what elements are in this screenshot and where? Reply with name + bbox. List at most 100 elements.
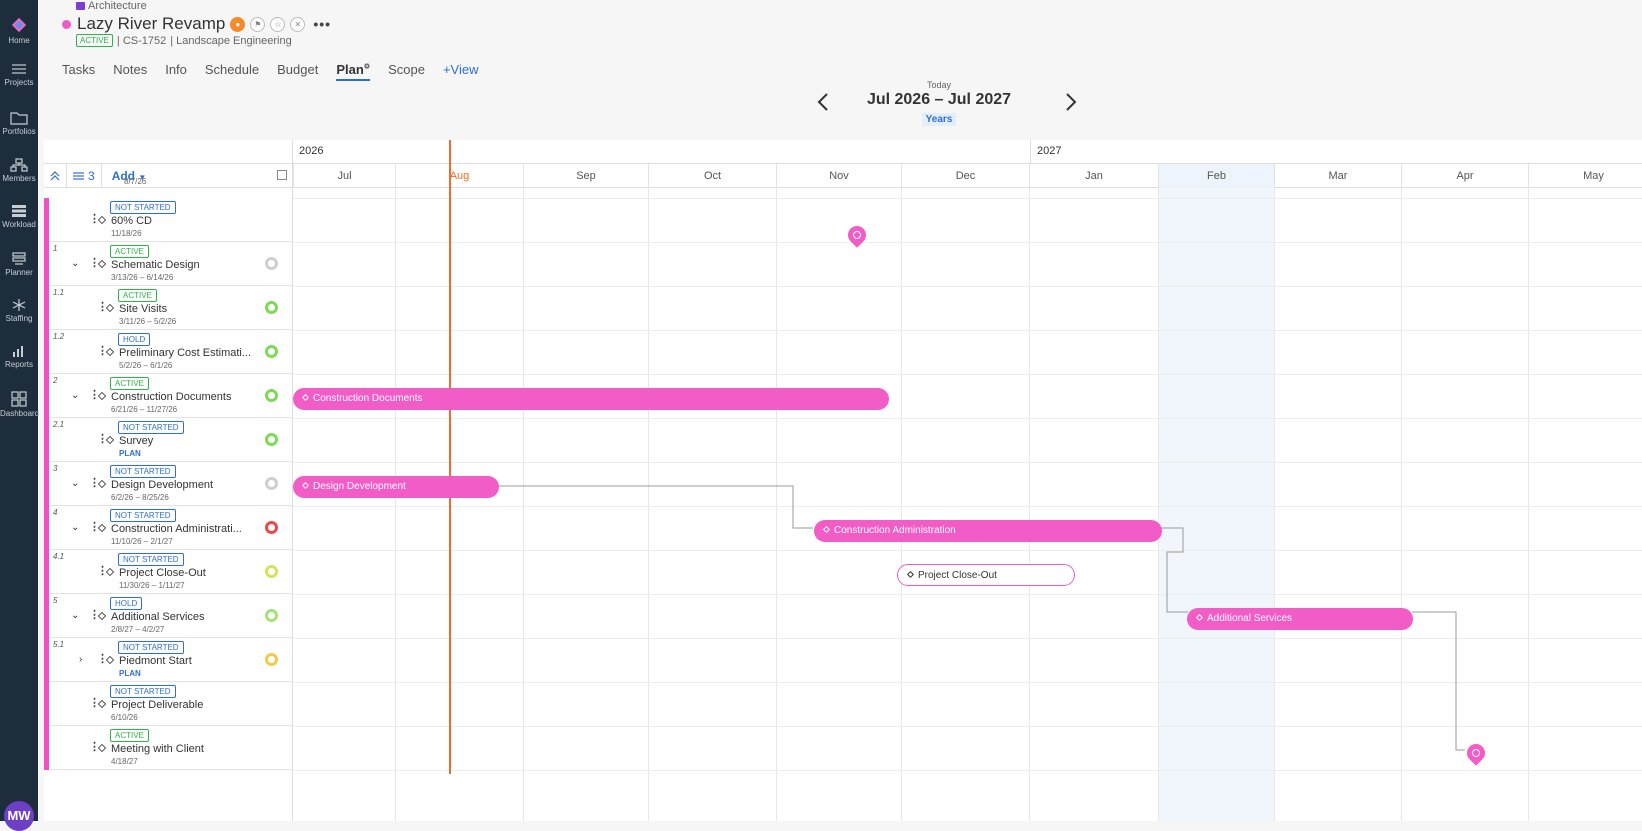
- tab-schedule[interactable]: Schedule: [205, 62, 259, 81]
- chevron-down-icon[interactable]: ⌄: [71, 522, 79, 533]
- progress-ring[interactable]: [265, 521, 278, 534]
- progress-ring[interactable]: [265, 609, 278, 622]
- status-badge[interactable]: NOT STARTED: [110, 509, 176, 522]
- tab-add-view[interactable]: +View: [443, 62, 479, 81]
- sidebar-item-workload[interactable]: Workload: [0, 204, 38, 229]
- today-link[interactable]: Today: [814, 80, 1064, 90]
- scale-selector[interactable]: Years: [921, 113, 957, 126]
- progress-ring[interactable]: [265, 301, 278, 314]
- gantt-bar[interactable]: Additional Services: [1187, 608, 1413, 630]
- task-row[interactable]: 1.1 ⋮ ACTIVE Site Visits 3/11/26 – 5/2/26: [44, 286, 292, 330]
- task-dates: 4/18/27: [111, 757, 138, 766]
- task-name[interactable]: Project Close-Out: [119, 567, 206, 579]
- chevron-down-icon[interactable]: ⌄: [71, 478, 79, 489]
- task-name[interactable]: Construction Documents: [111, 391, 231, 403]
- color-bar: [44, 330, 49, 374]
- task-row[interactable]: ⋮ NOT STARTED 60% CD 11/18/26: [44, 198, 292, 242]
- status-badge[interactable]: NOT STARTED: [110, 201, 176, 214]
- sidebar-item-members[interactable]: Members: [0, 158, 38, 183]
- task-row[interactable]: ⋮ NOT STARTED Project Deliverable 6/10/26: [44, 682, 292, 726]
- more-icon[interactable]: •••: [313, 16, 331, 32]
- status-badge[interactable]: HOLD: [110, 597, 143, 610]
- gantt-bar[interactable]: Project Close-Out: [897, 564, 1075, 586]
- status-badge[interactable]: NOT STARTED: [118, 641, 184, 654]
- breadcrumb[interactable]: Architecture: [76, 0, 147, 12]
- gantt-bar[interactable]: Construction Documents: [293, 388, 889, 410]
- progress-ring[interactable]: [265, 565, 278, 578]
- sidebar-item-portfolios[interactable]: Portfolios: [0, 111, 38, 136]
- task-row[interactable]: 5.1 › ⋮ NOT STARTED Piedmont Start PLAN: [44, 638, 292, 682]
- progress-ring[interactable]: [265, 257, 278, 270]
- tab-scope[interactable]: Scope: [388, 62, 425, 81]
- task-row[interactable]: ⋮ ACTIVE Meeting with Client 4/18/27: [44, 726, 292, 770]
- open-external-icon[interactable]: [277, 170, 287, 180]
- progress-ring[interactable]: [265, 389, 278, 402]
- status-badge[interactable]: ACTIVE: [118, 289, 157, 302]
- status-badge[interactable]: NOT STARTED: [110, 685, 176, 698]
- task-name[interactable]: Schematic Design: [111, 259, 200, 271]
- sidebar: Home Projects Portfolios Members Workloa…: [0, 0, 39, 831]
- chevron-down-icon[interactable]: ⌄: [71, 390, 79, 401]
- progress-ring[interactable]: [265, 345, 278, 358]
- sidebar-item-reports[interactable]: Reports: [0, 344, 38, 369]
- task-name[interactable]: 60% CD: [111, 215, 152, 227]
- status-badge[interactable]: ACTIVE: [110, 245, 149, 258]
- sidebar-item-projects[interactable]: Projects: [0, 62, 38, 87]
- list-icon: [12, 64, 26, 74]
- status-badge[interactable]: NOT STARTED: [110, 465, 176, 478]
- settings-icon[interactable]: ⚙: [364, 64, 370, 71]
- collapse-all-button[interactable]: [44, 163, 67, 188]
- flag-icon[interactable]: ⚑: [250, 16, 266, 32]
- notification-icon[interactable]: ●: [230, 16, 246, 32]
- tab-notes[interactable]: Notes: [113, 62, 147, 81]
- tab-info[interactable]: Info: [165, 62, 187, 81]
- task-row[interactable]: 4.1 ⋮ NOT STARTED Project Close-Out 11/30/26…: [44, 550, 292, 594]
- task-row[interactable]: 2 ⌄ ⋮ ACTIVE Construction Documents 6/21/26 –…: [44, 374, 292, 418]
- task-name[interactable]: Project Deliverable: [111, 699, 203, 711]
- chevron-right-icon: [1066, 93, 1077, 111]
- task-name[interactable]: Meeting with Client: [111, 743, 204, 755]
- gantt-bar[interactable]: Construction Administration: [814, 520, 1162, 542]
- task-row[interactable]: 2.1 ⋮ NOT STARTED Survey PLAN: [44, 418, 292, 462]
- task-row[interactable]: 1 ⌄ ⋮ ACTIVE Schematic Design 3/13/26 – 6/14/…: [44, 242, 292, 286]
- diamond-icon: [906, 570, 915, 579]
- filter-button[interactable]: 3: [67, 163, 102, 188]
- next-range-button[interactable]: [1064, 92, 1078, 118]
- status-badge[interactable]: ACTIVE: [110, 377, 149, 390]
- task-row[interactable]: 3 ⌄ ⋮ NOT STARTED Design Development 6/2/26 –…: [44, 462, 292, 506]
- task-name[interactable]: Construction Administrati...: [111, 523, 242, 535]
- status-badge[interactable]: ACTIVE: [110, 729, 149, 742]
- sidebar-item-home[interactable]: Home: [0, 16, 38, 45]
- chevron-down-icon[interactable]: ⌄: [71, 610, 79, 621]
- date-navigator: Today Jul 2026 – Jul 2027 Years: [814, 80, 1064, 130]
- bell-off-icon[interactable]: ✕: [290, 16, 306, 32]
- color-bar: [44, 418, 49, 462]
- row-number: 4.1: [53, 552, 65, 561]
- tab-tasks[interactable]: Tasks: [62, 62, 95, 81]
- task-row[interactable]: 1.2 ⋮ HOLD Preliminary Cost Estimati... 5/2/…: [44, 330, 292, 374]
- chevron-down-icon[interactable]: ⌄: [71, 258, 79, 269]
- gantt-bar[interactable]: Design Development: [293, 476, 499, 498]
- tab-plan[interactable]: Plan⚙: [336, 62, 371, 81]
- status-badge[interactable]: NOT STARTED: [118, 421, 184, 434]
- task-row[interactable]: 4 ⌄ ⋮ NOT STARTED Construction Administrati.…: [44, 506, 292, 550]
- sidebar-item-staffing[interactable]: Staffing: [0, 298, 38, 323]
- task-name[interactable]: Design Development: [111, 479, 213, 491]
- chevron-right-icon[interactable]: ›: [79, 654, 82, 665]
- star-icon[interactable]: ☆: [270, 16, 286, 32]
- status-badge[interactable]: NOT STARTED: [118, 553, 184, 566]
- task-row[interactable]: 5 ⌄ ⋮ HOLD Additional Services 2/8/27 – 4/2/2…: [44, 594, 292, 638]
- task-name[interactable]: Additional Services: [111, 611, 205, 623]
- status-badge[interactable]: HOLD: [118, 333, 151, 346]
- task-name[interactable]: Preliminary Cost Estimati...: [119, 347, 251, 359]
- task-name[interactable]: Piedmont Start: [119, 655, 192, 667]
- progress-ring[interactable]: [265, 477, 278, 490]
- progress-ring[interactable]: [265, 653, 278, 666]
- sidebar-item-planner[interactable]: Planner: [0, 252, 38, 277]
- tab-budget[interactable]: Budget: [277, 62, 318, 81]
- progress-ring[interactable]: [265, 433, 278, 446]
- sidebar-item-dashboard[interactable]: Dashboard: [0, 391, 39, 418]
- avatar[interactable]: MW: [4, 801, 34, 831]
- task-name[interactable]: Site Visits: [119, 303, 167, 315]
- task-name[interactable]: Survey: [119, 435, 153, 447]
